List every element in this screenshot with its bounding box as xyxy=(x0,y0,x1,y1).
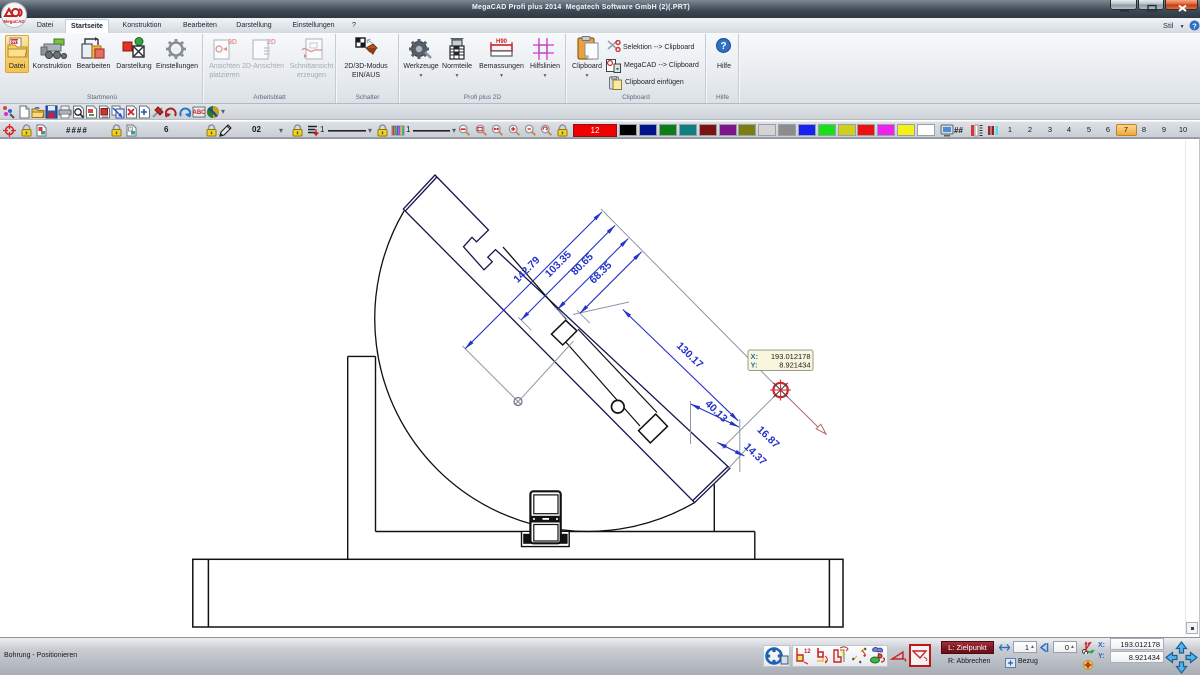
svg-text:Y:: Y: xyxy=(751,361,758,370)
svg-text:14.37: 14.37 xyxy=(741,441,768,468)
svg-text:MegaCAD: MegaCAD xyxy=(3,19,25,24)
svg-text:8.921434: 8.921434 xyxy=(779,361,810,370)
svg-text:X:: X: xyxy=(751,352,759,361)
svg-text:130.17: 130.17 xyxy=(674,340,706,371)
svg-text:16.87: 16.87 xyxy=(754,424,781,451)
svg-text:103.35: 103.35 xyxy=(543,249,574,280)
svg-text:193.012178: 193.012178 xyxy=(771,352,811,361)
